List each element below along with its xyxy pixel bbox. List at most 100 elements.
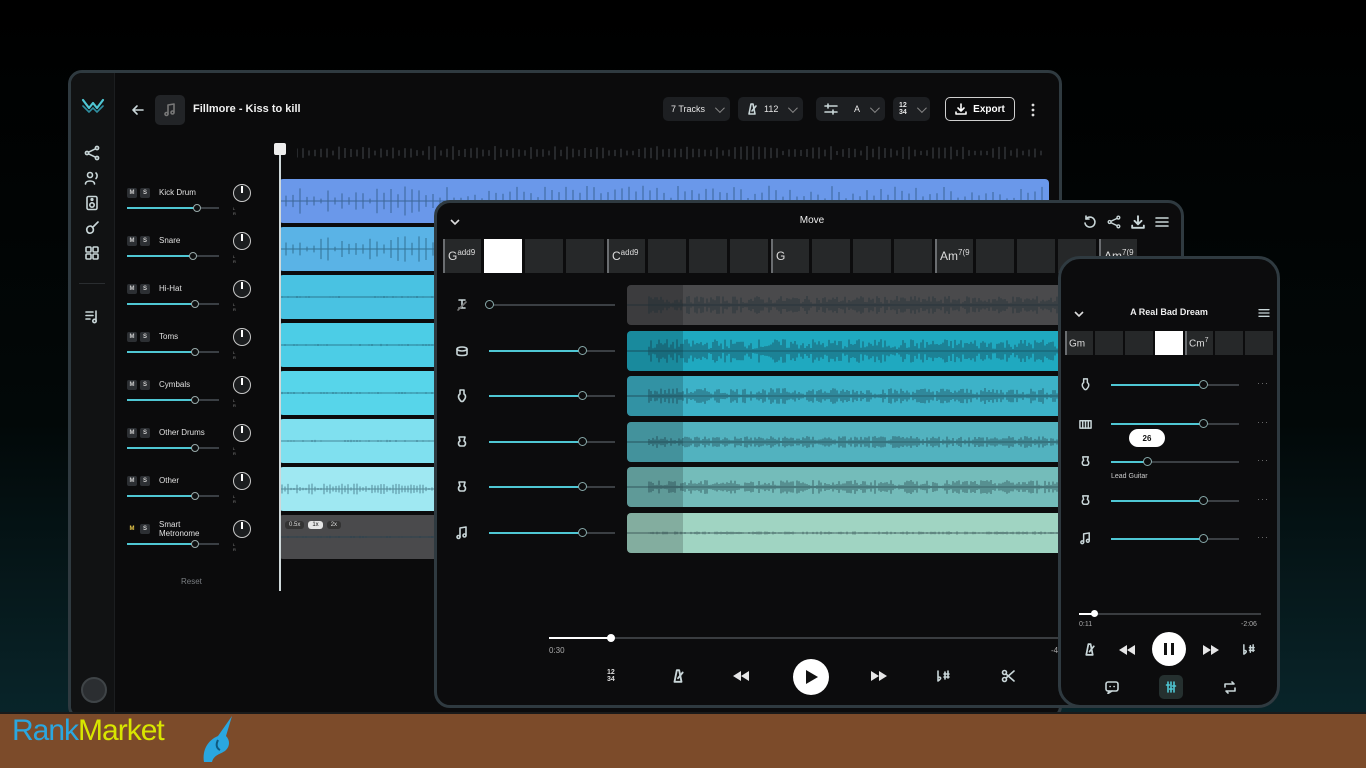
playback-progress[interactable] bbox=[549, 634, 1063, 642]
volume-slider[interactable] bbox=[1111, 418, 1239, 428]
volume-slider[interactable] bbox=[127, 396, 219, 404]
volume-handle[interactable] bbox=[191, 540, 200, 548]
grid-apps-icon[interactable] bbox=[84, 245, 100, 261]
volume-slider[interactable] bbox=[127, 492, 219, 500]
volume-handle[interactable] bbox=[578, 391, 588, 400]
pan-knob[interactable] bbox=[233, 424, 251, 442]
volume-handle[interactable] bbox=[191, 396, 200, 404]
volume-slider[interactable] bbox=[489, 527, 615, 537]
tempo-dropdown[interactable]: 112 bbox=[738, 97, 804, 121]
transpose-flat-sharp-icon[interactable] bbox=[1241, 643, 1256, 656]
volume-slider[interactable] bbox=[1111, 534, 1239, 543]
transpose-flat-sharp-icon[interactable] bbox=[935, 669, 951, 683]
solo-button[interactable]: S bbox=[140, 236, 150, 246]
chord-cell[interactable]: Cm7 bbox=[1185, 331, 1213, 355]
metronome-icon[interactable] bbox=[671, 669, 685, 683]
chord-cell[interactable]: Am7(9 bbox=[935, 239, 973, 273]
tracks-dropdown[interactable]: 7 Tracks bbox=[663, 97, 731, 121]
solo-button[interactable]: S bbox=[140, 428, 150, 438]
share-nodes-icon[interactable] bbox=[1107, 215, 1121, 229]
chord-cell[interactable] bbox=[853, 239, 891, 273]
chord-cell[interactable]: Gadd9 bbox=[443, 239, 481, 273]
volume-slider[interactable] bbox=[489, 391, 615, 400]
track-waveform-lane[interactable] bbox=[627, 512, 1067, 553]
more-options-button[interactable]: ··· bbox=[1257, 378, 1269, 388]
solo-button[interactable]: S bbox=[140, 380, 150, 390]
chord-cell[interactable] bbox=[976, 239, 1014, 273]
menu-icon[interactable] bbox=[1258, 308, 1270, 318]
solo-button[interactable]: S bbox=[140, 188, 150, 198]
music-list-icon[interactable] bbox=[84, 309, 100, 325]
guitar-icon[interactable] bbox=[84, 220, 100, 236]
volume-handle[interactable] bbox=[485, 300, 494, 309]
time-signature-dropdown[interactable]: 12 34 bbox=[893, 97, 930, 121]
volume-slider[interactable] bbox=[485, 300, 615, 309]
timeline-ruler[interactable] bbox=[297, 143, 1047, 163]
track-waveform-lane[interactable] bbox=[627, 376, 1067, 416]
playback-progress[interactable] bbox=[1079, 610, 1261, 617]
volume-slider[interactable] bbox=[1111, 457, 1239, 466]
mute-button[interactable]: M bbox=[127, 524, 137, 534]
volume-handle[interactable] bbox=[578, 482, 588, 491]
playhead-handle[interactable] bbox=[274, 143, 286, 155]
mute-button[interactable]: M bbox=[127, 188, 137, 198]
chord-cell[interactable] bbox=[689, 239, 727, 273]
fast-forward-icon[interactable] bbox=[871, 671, 887, 681]
undo-icon[interactable] bbox=[1083, 215, 1097, 229]
volume-handle[interactable] bbox=[189, 252, 198, 260]
volume-slider[interactable] bbox=[1111, 380, 1239, 389]
chat-lyrics-icon[interactable] bbox=[1105, 681, 1119, 694]
export-button[interactable]: Export bbox=[945, 97, 1015, 121]
mixer-tab[interactable] bbox=[1159, 675, 1183, 699]
volume-handle[interactable] bbox=[191, 348, 200, 356]
volume-slider[interactable] bbox=[489, 436, 615, 446]
more-options-button[interactable]: ··· bbox=[1257, 455, 1269, 465]
volume-handle[interactable] bbox=[191, 300, 200, 308]
speaker-icon[interactable] bbox=[84, 195, 100, 211]
pan-knob[interactable] bbox=[233, 520, 251, 538]
more-options-button[interactable]: ··· bbox=[1257, 532, 1269, 542]
chord-cell[interactable] bbox=[812, 239, 850, 273]
metronome-icon[interactable] bbox=[1083, 643, 1096, 656]
chord-cell[interactable] bbox=[1215, 331, 1243, 355]
volume-handle[interactable] bbox=[1199, 534, 1209, 543]
chord-cell[interactable] bbox=[525, 239, 563, 273]
solo-button[interactable]: S bbox=[140, 332, 150, 342]
mute-button[interactable]: M bbox=[127, 236, 137, 246]
mute-button[interactable]: M bbox=[127, 332, 137, 342]
mute-button[interactable]: M bbox=[127, 284, 137, 294]
chord-cell[interactable] bbox=[1017, 239, 1055, 273]
track-waveform-lane[interactable] bbox=[627, 330, 1067, 371]
time-signature-button[interactable]: 12 34 bbox=[607, 669, 615, 683]
chord-cell[interactable] bbox=[894, 239, 932, 273]
solo-button[interactable]: S bbox=[140, 284, 150, 294]
speed-option[interactable]: 2x bbox=[326, 521, 342, 529]
chord-cell[interactable] bbox=[1095, 331, 1123, 355]
back-arrow-icon[interactable] bbox=[131, 103, 145, 117]
volume-handle[interactable] bbox=[578, 436, 588, 446]
track-waveform-lane[interactable] bbox=[627, 467, 1067, 507]
volume-handle[interactable] bbox=[1142, 457, 1152, 466]
scissors-icon[interactable] bbox=[1001, 669, 1015, 683]
pan-knob[interactable] bbox=[233, 472, 251, 490]
speed-option[interactable]: 1x bbox=[308, 521, 323, 529]
key-dropdown[interactable]: A bbox=[816, 97, 886, 121]
track-waveform-lane[interactable] bbox=[627, 285, 1067, 325]
volume-slider[interactable] bbox=[127, 348, 219, 356]
volume-slider[interactable] bbox=[489, 345, 615, 355]
volume-slider[interactable] bbox=[127, 300, 219, 308]
rewind-icon[interactable] bbox=[733, 671, 749, 681]
chord-cell[interactable] bbox=[1125, 331, 1153, 355]
volume-handle[interactable] bbox=[191, 444, 200, 452]
voice-user-icon[interactable] bbox=[84, 170, 100, 186]
more-options-button[interactable]: ··· bbox=[1257, 494, 1269, 504]
volume-slider[interactable] bbox=[127, 540, 219, 548]
chord-cell[interactable] bbox=[1155, 331, 1183, 355]
pan-knob[interactable] bbox=[233, 280, 251, 298]
play-button[interactable] bbox=[793, 659, 829, 695]
speed-option[interactable]: 0.5x bbox=[285, 521, 305, 529]
mute-button[interactable]: M bbox=[127, 380, 137, 390]
pause-button[interactable] bbox=[1152, 632, 1186, 666]
chord-cell[interactable]: Cadd9 bbox=[607, 239, 645, 273]
rewind-icon[interactable] bbox=[1119, 645, 1135, 655]
